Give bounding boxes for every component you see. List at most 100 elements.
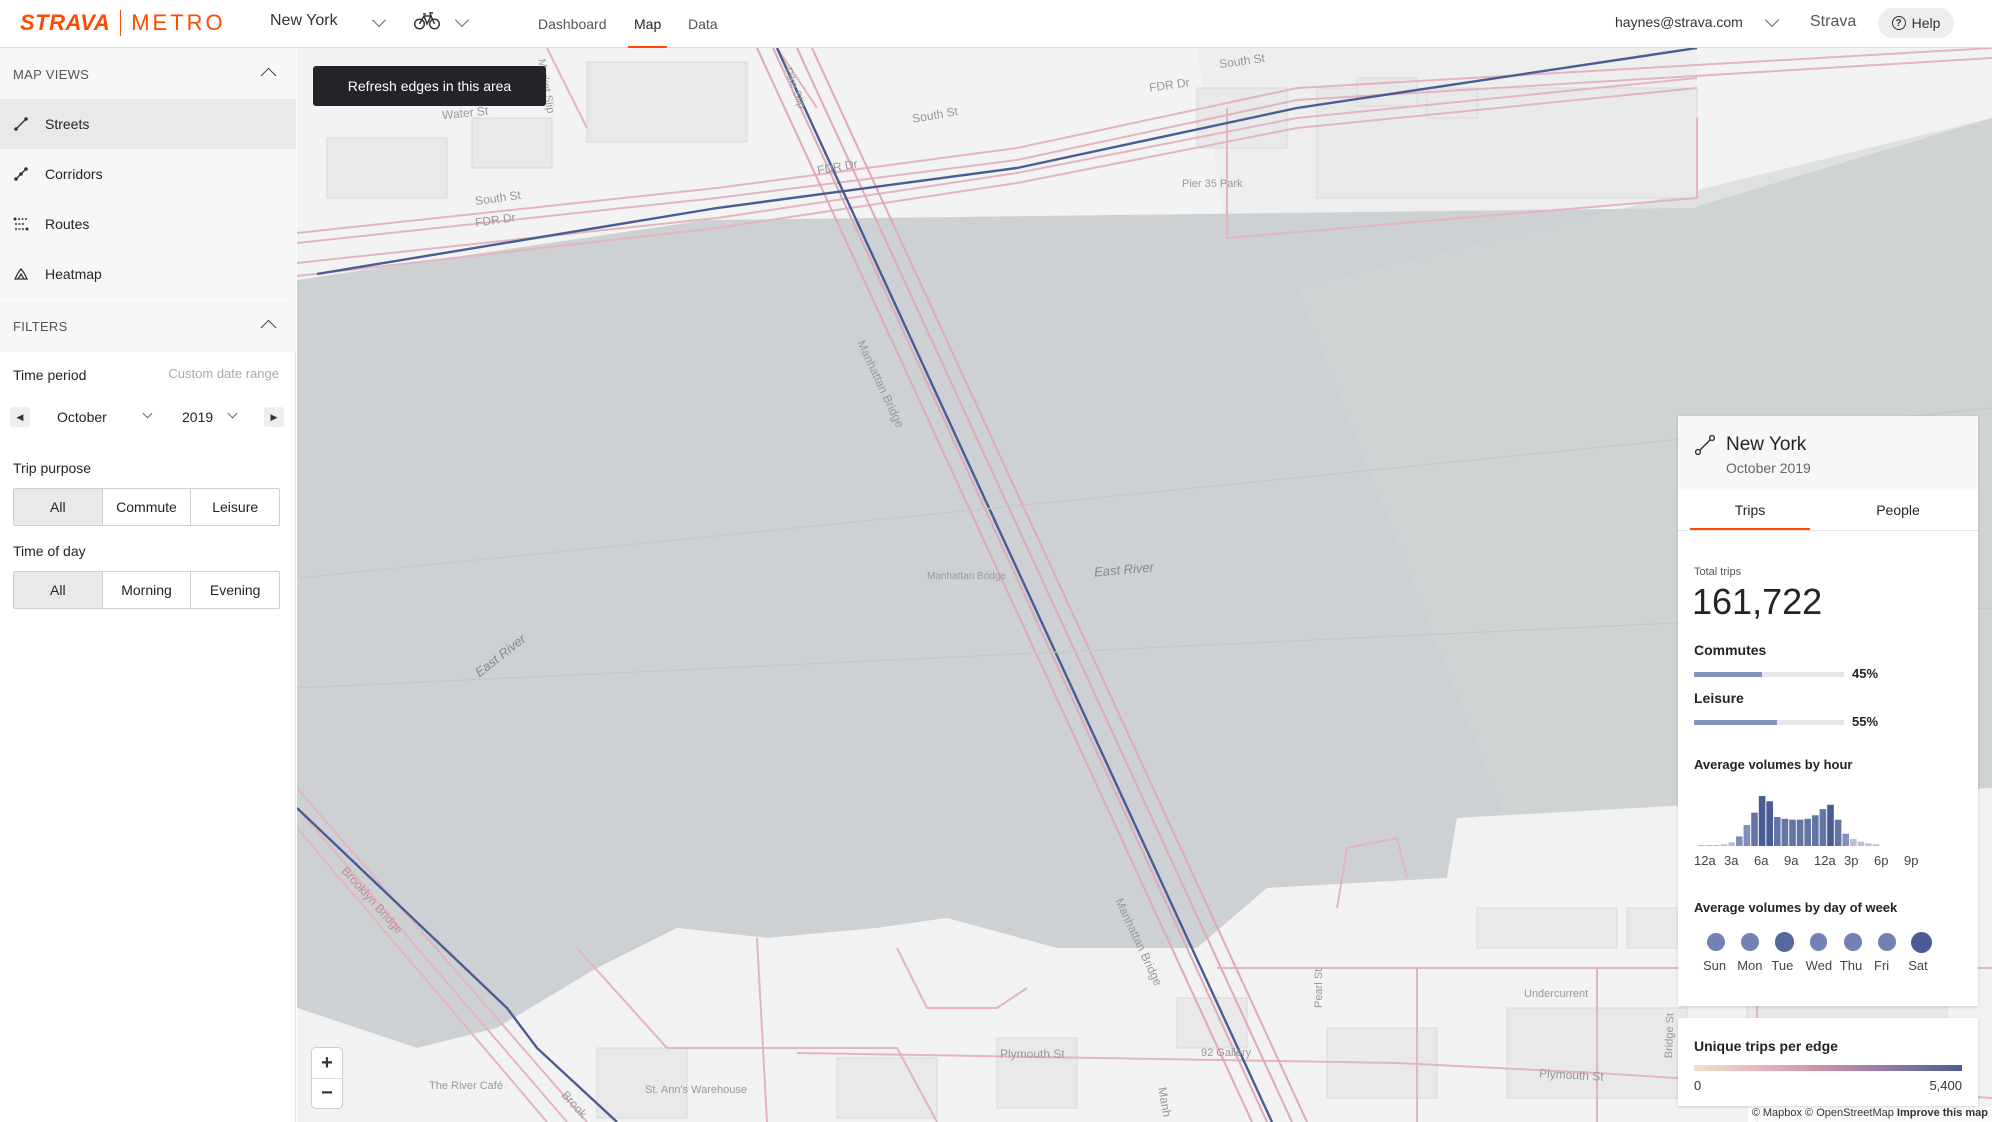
- day-label: Fri: [1874, 958, 1890, 973]
- hour-bar-11a: [1781, 818, 1789, 846]
- time-of-day-evening[interactable]: Evening: [190, 572, 279, 608]
- time-of-day-toggle: All Morning Evening: [13, 571, 280, 609]
- nav-map[interactable]: Map: [627, 0, 668, 48]
- hour-axis-label: 12a: [1694, 853, 1716, 868]
- hour-bar-12a: [1698, 845, 1705, 846]
- activity-chevron-down-icon[interactable]: [454, 12, 470, 28]
- commutes-percent: 45%: [1852, 666, 1879, 681]
- nav-data[interactable]: Data: [688, 0, 718, 48]
- top-bar: STRAVA METRO New York Dashboard Map Data…: [0, 0, 1992, 48]
- attribution-text[interactable]: © Mapbox © OpenStreetMap: [1752, 1107, 1894, 1119]
- hourly-chart-title: Average volumes by hour: [1694, 757, 1853, 772]
- time-of-day-morning[interactable]: Morning: [101, 572, 191, 608]
- chevron-up-icon[interactable]: [260, 319, 277, 336]
- user-chevron-down-icon[interactable]: [1764, 12, 1780, 28]
- hour-axis-label: 6p: [1874, 853, 1889, 868]
- routes-icon: [13, 217, 29, 231]
- caret-left-icon: ◀: [16, 411, 24, 422]
- map-label-bridge-st: Bridge St: [1663, 1012, 1677, 1059]
- time-of-day-all[interactable]: All: [14, 572, 102, 608]
- day-dot-wed: [1809, 933, 1828, 951]
- tab-people[interactable]: People: [1838, 490, 1958, 530]
- city-selector[interactable]: New York: [270, 12, 338, 30]
- view-corridors[interactable]: Corridors: [0, 149, 296, 199]
- hour-axis-label: 9a: [1784, 853, 1799, 868]
- day-dot-tue: [1774, 932, 1795, 952]
- filters-title: FILTERS: [13, 319, 68, 334]
- map-views-header[interactable]: MAP VIEWS: [0, 48, 296, 100]
- hour-bar-10p: [1865, 843, 1872, 846]
- help-label: Help: [1911, 15, 1941, 31]
- panel-subtitle: October 2019: [1726, 460, 1811, 476]
- chevron-up-icon[interactable]: [260, 67, 277, 84]
- map-label-st-anns-warehouse: St. Ann's Warehouse: [645, 1084, 747, 1096]
- map-label-undercurrent: Undercurrent: [1524, 988, 1589, 1000]
- legend-max: 5,400: [1929, 1078, 1962, 1093]
- day-dot-thu: [1843, 933, 1862, 951]
- view-routes[interactable]: Routes: [0, 199, 296, 249]
- hour-axis-label: 3a: [1724, 853, 1739, 868]
- view-label: Routes: [45, 216, 90, 232]
- view-streets[interactable]: Streets: [0, 99, 296, 149]
- hour-bar-6p: [1834, 819, 1842, 846]
- caret-right-icon: ▶: [270, 411, 278, 422]
- filters-header[interactable]: FILTERS: [0, 300, 296, 352]
- zoom-out-button[interactable]: −: [312, 1078, 342, 1108]
- year-select[interactable]: 2019: [182, 409, 213, 425]
- trip-purpose-leisure[interactable]: Leisure: [190, 489, 279, 525]
- daily-chart-title: Average volumes by day of week: [1694, 900, 1898, 915]
- leisure-bar: [1694, 720, 1844, 725]
- stats-panel: New York October 2019 Trips People Total…: [1678, 416, 1978, 1006]
- day-label: Thu: [1839, 958, 1863, 973]
- sidebar: MAP VIEWS Streets Corridors Routes Heatm…: [0, 48, 296, 1122]
- help-button[interactable]: ? Help: [1878, 8, 1954, 38]
- map-label-manhattan-bridge: Manhattan Bridge: [927, 571, 1006, 582]
- total-trips-value: 161,722: [1692, 581, 1823, 622]
- panel-title: New York: [1726, 434, 1807, 455]
- trip-purpose-all[interactable]: All: [14, 489, 102, 525]
- hour-bar-8p: [1850, 838, 1857, 846]
- legend-title: Unique trips per edge: [1694, 1038, 1838, 1054]
- day-dot-mon: [1741, 933, 1760, 951]
- view-label: Corridors: [45, 166, 103, 182]
- day-label: Tue: [1771, 958, 1794, 973]
- map-attribution: © Mapbox © OpenStreetMap Improve this ma…: [1747, 1106, 1992, 1122]
- month-select[interactable]: October: [57, 409, 107, 425]
- view-heatmap[interactable]: Heatmap: [0, 249, 296, 299]
- stats-panel-header: New York October 2019: [1678, 416, 1978, 490]
- hour-bar-2p: [1804, 818, 1811, 846]
- month-chevron-down-icon[interactable]: [142, 408, 153, 419]
- nav-dashboard[interactable]: Dashboard: [538, 0, 607, 48]
- prev-month-button[interactable]: ◀: [10, 407, 30, 427]
- leisure-bar-fill: [1694, 720, 1777, 725]
- day-label: Mon: [1737, 958, 1763, 973]
- day-label: Sat: [1908, 958, 1928, 973]
- trip-purpose-label: Trip purpose: [13, 460, 92, 476]
- view-label: Streets: [45, 116, 90, 132]
- hour-axis-label: 12a: [1814, 853, 1836, 868]
- map-label-92-gallery: 92 Gallery: [1201, 1047, 1252, 1059]
- user-email[interactable]: haynes@strava.com: [1615, 14, 1743, 30]
- tab-trips[interactable]: Trips: [1690, 490, 1810, 530]
- map-views-title: MAP VIEWS: [13, 67, 90, 82]
- year-chevron-down-icon[interactable]: [227, 408, 238, 419]
- trip-purpose-commute[interactable]: Commute: [101, 489, 191, 525]
- hour-bar-9a: [1766, 801, 1773, 846]
- zoom-control: + −: [312, 1048, 342, 1108]
- next-month-button[interactable]: ▶: [264, 407, 284, 427]
- city-chevron-down-icon[interactable]: [371, 12, 387, 28]
- refresh-edges-button[interactable]: Refresh edges in this area: [313, 66, 546, 106]
- hour-bar-10a: [1774, 817, 1781, 846]
- streets-icon: [14, 117, 28, 131]
- custom-date-range-link[interactable]: Custom date range: [168, 366, 279, 381]
- logo-divider: [120, 10, 122, 36]
- hour-axis-label: 3p: [1844, 853, 1859, 868]
- strava-metro-logo[interactable]: STRAVA METRO: [20, 10, 226, 36]
- bike-icon[interactable]: [413, 12, 441, 35]
- trip-purpose-toggle: All Commute Leisure: [13, 488, 280, 526]
- improve-map-link[interactable]: Improve this map: [1897, 1107, 1988, 1119]
- map-label-plymouth-st: Plymouth St: [1000, 1047, 1065, 1061]
- strava-link[interactable]: Strava: [1810, 13, 1856, 31]
- hour-bar-5a: [1736, 836, 1743, 846]
- zoom-in-button[interactable]: +: [312, 1048, 342, 1078]
